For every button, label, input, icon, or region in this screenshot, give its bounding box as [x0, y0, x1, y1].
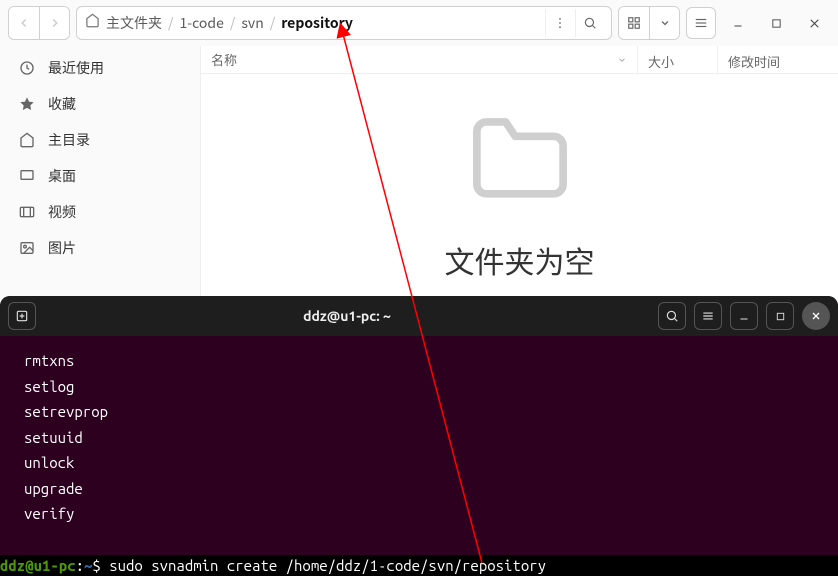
- breadcrumb-segment[interactable]: 1-code: [178, 13, 226, 33]
- kebab-icon: [553, 16, 567, 30]
- sidebar-item-label: 最近使用: [48, 58, 104, 78]
- terminal-search-button[interactable]: [658, 302, 686, 330]
- folder-icon: [455, 98, 585, 218]
- breadcrumb-current[interactable]: repository: [279, 13, 355, 33]
- minimize-icon: [738, 310, 750, 322]
- sort-indicator-icon: [617, 55, 627, 65]
- sidebar-item-videos[interactable]: 视频: [0, 194, 200, 230]
- hamburger-icon: [701, 309, 715, 323]
- breadcrumb-separator: /: [270, 13, 276, 33]
- sidebar-item-home[interactable]: 主目录: [0, 122, 200, 158]
- breadcrumb-separator: /: [230, 13, 236, 33]
- search-button[interactable]: [575, 9, 603, 37]
- maximize-button[interactable]: [760, 7, 792, 39]
- nav-button-group: [8, 6, 70, 40]
- prompt-user-host: ddz@u1-pc: [0, 557, 76, 574]
- chevron-right-icon: [48, 16, 62, 30]
- sidebar-item-label: 收藏: [48, 94, 76, 114]
- empty-folder-state: 文件夹为空: [201, 74, 838, 296]
- terminal-output-line: setuuid: [24, 425, 828, 451]
- terminal-output-line: rmtxns: [24, 348, 828, 374]
- maximize-icon: [775, 311, 786, 322]
- terminal-output-line: setrevprop: [24, 399, 828, 425]
- terminal-body[interactable]: rmtxns setlog setrevprop setuuid unlock …: [0, 336, 838, 527]
- back-button[interactable]: [9, 7, 39, 39]
- clock-icon: [18, 59, 36, 77]
- breadcrumb-segment[interactable]: svn: [239, 13, 265, 33]
- hamburger-menu-button[interactable]: [686, 7, 716, 39]
- column-header-mtime[interactable]: 修改时间: [718, 46, 838, 73]
- new-tab-icon: [15, 309, 29, 323]
- sidebar-item-label: 图片: [48, 238, 76, 258]
- image-icon: [18, 239, 36, 257]
- terminal-menu-button[interactable]: [694, 302, 722, 330]
- location-menu-button[interactable]: [545, 9, 573, 37]
- desktop-icon: [18, 167, 36, 185]
- terminal-output-line: verify: [24, 501, 828, 527]
- terminal-maximize-button[interactable]: [766, 302, 794, 330]
- file-manager-toolbar: 主文件夹 / 1-code / svn / repository: [0, 0, 838, 46]
- terminal-minimize-button[interactable]: [730, 302, 758, 330]
- star-icon: [18, 95, 36, 113]
- maximize-icon: [771, 18, 782, 29]
- empty-folder-text: 文件夹为空: [445, 238, 595, 282]
- chevron-down-icon: [659, 17, 671, 29]
- file-manager-window: 主文件夹 / 1-code / svn / repository: [0, 0, 838, 296]
- home-icon: [18, 131, 36, 149]
- search-icon: [665, 309, 679, 323]
- minimize-button[interactable]: [722, 7, 754, 39]
- view-toggle-group: [618, 6, 680, 40]
- grid-icon: [627, 16, 641, 30]
- terminal-close-button[interactable]: [802, 302, 830, 330]
- sidebar-item-label: 主目录: [48, 130, 90, 150]
- terminal-prompt-line[interactable]: ddz@u1-pc:~$ sudo svnadmin create /home/…: [0, 555, 838, 576]
- close-icon: [810, 310, 822, 322]
- location-bar[interactable]: 主文件夹 / 1-code / svn / repository: [76, 6, 612, 40]
- close-button[interactable]: [798, 7, 830, 39]
- sidebar: 最近使用 收藏 主目录 桌面 视频 图片: [0, 46, 200, 296]
- breadcrumb-separator: /: [168, 13, 174, 33]
- sidebar-item-recent[interactable]: 最近使用: [0, 50, 200, 86]
- sidebar-item-starred[interactable]: 收藏: [0, 86, 200, 122]
- video-icon: [18, 203, 36, 221]
- column-headers: 名称 大小 修改时间: [201, 46, 838, 74]
- file-list-area: 名称 大小 修改时间 文件夹为空: [200, 46, 838, 296]
- sidebar-item-label: 视频: [48, 202, 76, 222]
- terminal-title: ddz@u1-pc: ~: [44, 308, 650, 324]
- sidebar-item-pictures[interactable]: 图片: [0, 230, 200, 266]
- view-dropdown-button[interactable]: [649, 7, 679, 39]
- home-icon: [85, 13, 100, 33]
- chevron-left-icon: [17, 16, 31, 30]
- terminal-output-line: setlog: [24, 374, 828, 400]
- terminal-header: ddz@u1-pc: ~: [0, 296, 838, 336]
- file-manager-body: 最近使用 收藏 主目录 桌面 视频 图片: [0, 46, 838, 296]
- new-tab-button[interactable]: [8, 302, 36, 330]
- forward-button[interactable]: [39, 7, 69, 39]
- terminal-output-line: upgrade: [24, 476, 828, 502]
- prompt-command: sudo svnadmin create /home/ddz/1-code/sv…: [109, 557, 546, 574]
- terminal-window: ddz@u1-pc: ~ rmtxns setlog setrevprop se…: [0, 296, 838, 576]
- sidebar-item-desktop[interactable]: 桌面: [0, 158, 200, 194]
- breadcrumb-home[interactable]: 主文件夹: [104, 13, 164, 33]
- sidebar-item-label: 桌面: [48, 166, 76, 186]
- minimize-icon: [732, 17, 744, 29]
- terminal-output-line: unlock: [24, 450, 828, 476]
- column-header-name[interactable]: 名称: [201, 46, 638, 73]
- column-header-size[interactable]: 大小: [638, 46, 718, 73]
- icon-view-button[interactable]: [619, 7, 649, 39]
- search-icon: [583, 16, 597, 30]
- close-icon: [808, 17, 821, 30]
- hamburger-icon: [694, 16, 708, 30]
